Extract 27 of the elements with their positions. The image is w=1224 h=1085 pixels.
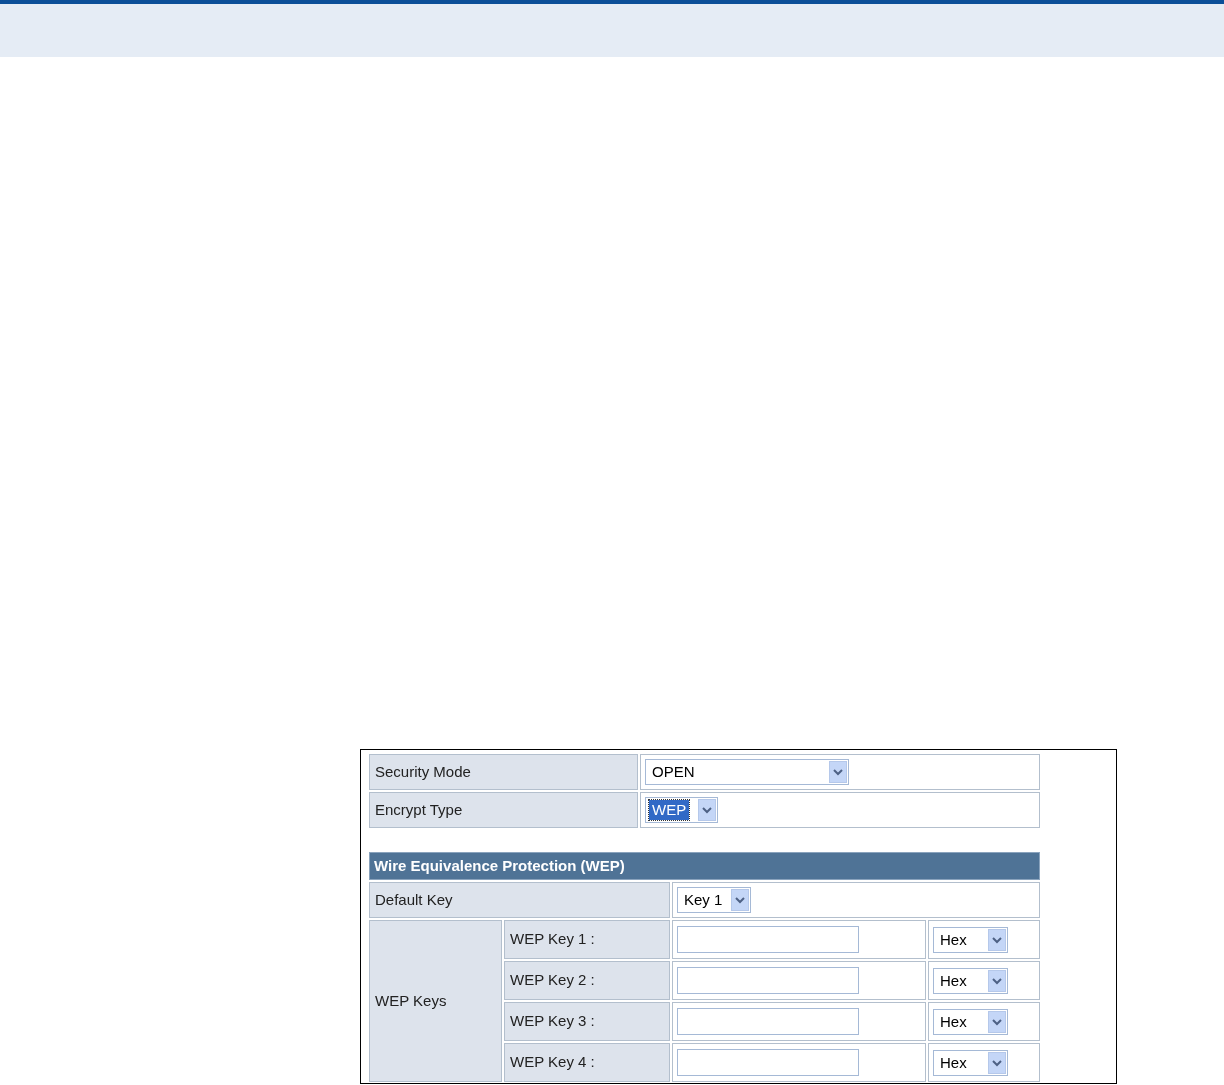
dropdown[interactable]: Hex — [933, 926, 1008, 953]
input-field[interactable] — [677, 926, 859, 953]
chevron-down-icon — [988, 969, 1006, 992]
chevron-down-icon — [698, 799, 716, 821]
section-header: Wire Equivalence Protection (WEP) — [369, 852, 1040, 880]
field-label: WEP Key 1 : — [504, 920, 670, 959]
field-label: Encrypt Type — [369, 792, 638, 828]
dropdown[interactable]: Hex — [933, 1049, 1008, 1076]
dropdown[interactable]: Key 1 — [677, 887, 751, 913]
dropdown[interactable]: OPEN — [645, 759, 849, 785]
input-field[interactable] — [677, 1008, 859, 1035]
input-field[interactable] — [677, 967, 859, 994]
field-label: WEP Key 2 : — [504, 961, 670, 1000]
chevron-down-icon — [829, 761, 847, 783]
dropdown[interactable]: Hex — [933, 1008, 1008, 1035]
field-label: WEP Key 3 : — [504, 1002, 670, 1041]
field-label: WEP Keys — [369, 920, 502, 1082]
chevron-down-icon — [988, 1010, 1006, 1033]
input-field[interactable] — [677, 1049, 859, 1076]
field-label: Default Key — [369, 882, 670, 918]
field-label: Security Mode — [369, 754, 638, 790]
chevron-down-icon — [731, 889, 749, 911]
chevron-down-icon — [988, 928, 1006, 951]
chevron-down-icon — [988, 1051, 1006, 1074]
dropdown[interactable]: WEP — [645, 797, 718, 823]
field-label: WEP Key 4 : — [504, 1043, 670, 1082]
dropdown[interactable]: Hex — [933, 967, 1008, 994]
